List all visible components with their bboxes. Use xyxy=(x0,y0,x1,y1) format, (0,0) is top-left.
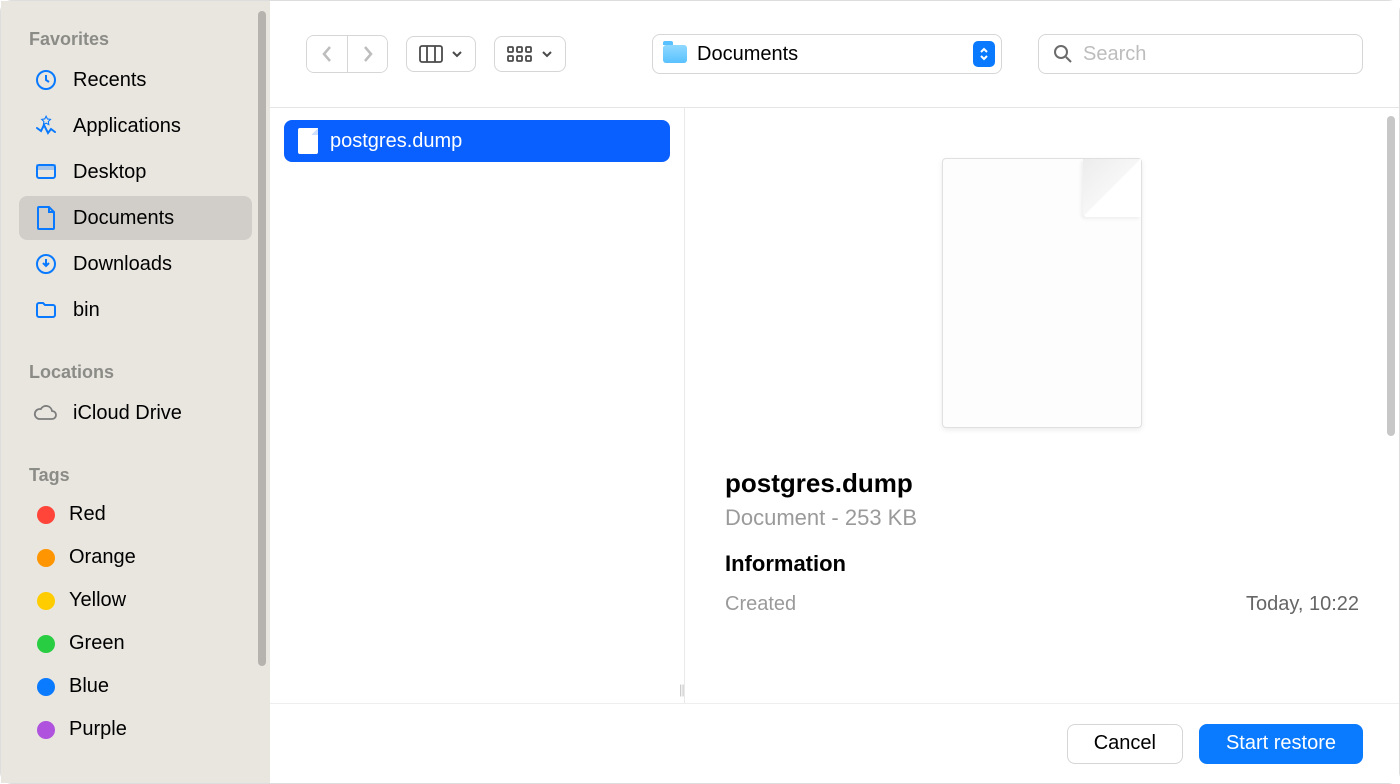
preview-filename: postgres.dump xyxy=(725,468,1359,499)
group-button[interactable] xyxy=(494,36,566,72)
tag-label: Red xyxy=(69,503,106,526)
red-dot-icon xyxy=(37,506,55,524)
folder-icon xyxy=(663,45,687,63)
clock-icon xyxy=(33,67,59,93)
desktop-icon xyxy=(33,159,59,185)
info-value: Today, 10:22 xyxy=(1246,593,1359,616)
main-panel: Documents postgres.dump || postgres.dump xyxy=(270,1,1399,783)
sidebar-tag-orange[interactable]: Orange xyxy=(19,537,252,578)
columns-icon xyxy=(419,45,443,63)
sidebar-tag-red[interactable]: Red xyxy=(19,494,252,535)
sidebar-item-label: Recents xyxy=(73,69,146,92)
tag-label: Orange xyxy=(69,546,136,569)
back-button[interactable] xyxy=(307,36,347,72)
favorites-heading: Favorites xyxy=(1,21,270,56)
search-icon xyxy=(1053,44,1073,64)
tag-label: Green xyxy=(69,632,125,655)
preview-pane: || postgres.dump Document - 253 KB Infor… xyxy=(685,108,1399,703)
location-label: Documents xyxy=(697,43,963,66)
preview-scrollbar[interactable] xyxy=(1387,116,1395,436)
tag-label: Purple xyxy=(69,718,127,741)
search-box[interactable] xyxy=(1038,34,1363,74)
tag-label: Blue xyxy=(69,675,109,698)
document-icon xyxy=(33,205,59,231)
sidebar-tag-purple[interactable]: Purple xyxy=(19,709,252,750)
document-icon xyxy=(298,128,318,154)
info-heading: Information xyxy=(725,551,1359,577)
sidebar-tag-green[interactable]: Green xyxy=(19,623,252,664)
sidebar-item-desktop[interactable]: Desktop xyxy=(19,150,252,194)
column-resize-handle[interactable]: || xyxy=(679,682,684,697)
location-popup[interactable]: Documents xyxy=(652,34,1002,74)
tags-heading: Tags xyxy=(1,457,270,492)
view-columns-button[interactable] xyxy=(406,36,476,72)
preview-subtitle: Document - 253 KB xyxy=(725,505,1359,531)
sidebar-item-label: iCloud Drive xyxy=(73,402,182,425)
green-dot-icon xyxy=(37,635,55,653)
yellow-dot-icon xyxy=(37,592,55,610)
sidebar-item-label: Applications xyxy=(73,115,181,138)
info-row-created: Created Today, 10:22 xyxy=(725,593,1359,616)
file-row[interactable]: postgres.dump xyxy=(284,120,670,162)
sidebar-item-label: Desktop xyxy=(73,161,146,184)
search-input[interactable] xyxy=(1083,43,1348,66)
sidebar-item-label: Downloads xyxy=(73,253,172,276)
grid-group-icon xyxy=(507,45,533,63)
chevron-down-icon xyxy=(541,50,553,58)
locations-heading: Locations xyxy=(1,354,270,389)
info-label: Created xyxy=(725,593,796,616)
cancel-button[interactable]: Cancel xyxy=(1067,724,1183,764)
blue-dot-icon xyxy=(37,678,55,696)
forward-button[interactable] xyxy=(347,36,387,72)
sidebar-item-applications[interactable]: Applications xyxy=(19,104,252,148)
sidebar-item-label: Documents xyxy=(73,207,174,230)
cloud-icon xyxy=(33,400,59,426)
apps-icon xyxy=(33,113,59,139)
sidebar-item-downloads[interactable]: Downloads xyxy=(19,242,252,286)
toolbar: Documents xyxy=(270,1,1399,107)
sidebar-tag-blue[interactable]: Blue xyxy=(19,666,252,707)
sidebar-item-bin[interactable]: bin xyxy=(19,288,252,332)
download-icon xyxy=(33,251,59,277)
content-area: postgres.dump || postgres.dump Document … xyxy=(270,108,1399,703)
preview-size: 253 KB xyxy=(845,505,917,530)
sidebar-item-label: bin xyxy=(73,299,100,322)
orange-dot-icon xyxy=(37,549,55,567)
sidebar-item-recents[interactable]: Recents xyxy=(19,58,252,102)
preview-kind: Document xyxy=(725,505,825,530)
tag-label: Yellow xyxy=(69,589,126,612)
footer: Cancel Start restore xyxy=(270,703,1399,783)
purple-dot-icon xyxy=(37,721,55,739)
sidebar-item-icloud[interactable]: iCloud Drive xyxy=(19,391,252,435)
preview-thumbnail xyxy=(942,158,1142,428)
sidebar-item-documents[interactable]: Documents xyxy=(19,196,252,240)
sidebar-scrollbar[interactable] xyxy=(258,11,266,666)
sidebar: Favorites Recents Applications Desktop D… xyxy=(1,1,270,783)
nav-group xyxy=(306,35,388,73)
sidebar-tag-yellow[interactable]: Yellow xyxy=(19,580,252,621)
start-restore-button[interactable]: Start restore xyxy=(1199,724,1363,764)
updown-icon xyxy=(973,41,995,67)
file-name: postgres.dump xyxy=(330,130,462,153)
chevron-down-icon xyxy=(451,50,463,58)
folder-icon xyxy=(33,297,59,323)
file-list-column: postgres.dump xyxy=(270,108,685,703)
